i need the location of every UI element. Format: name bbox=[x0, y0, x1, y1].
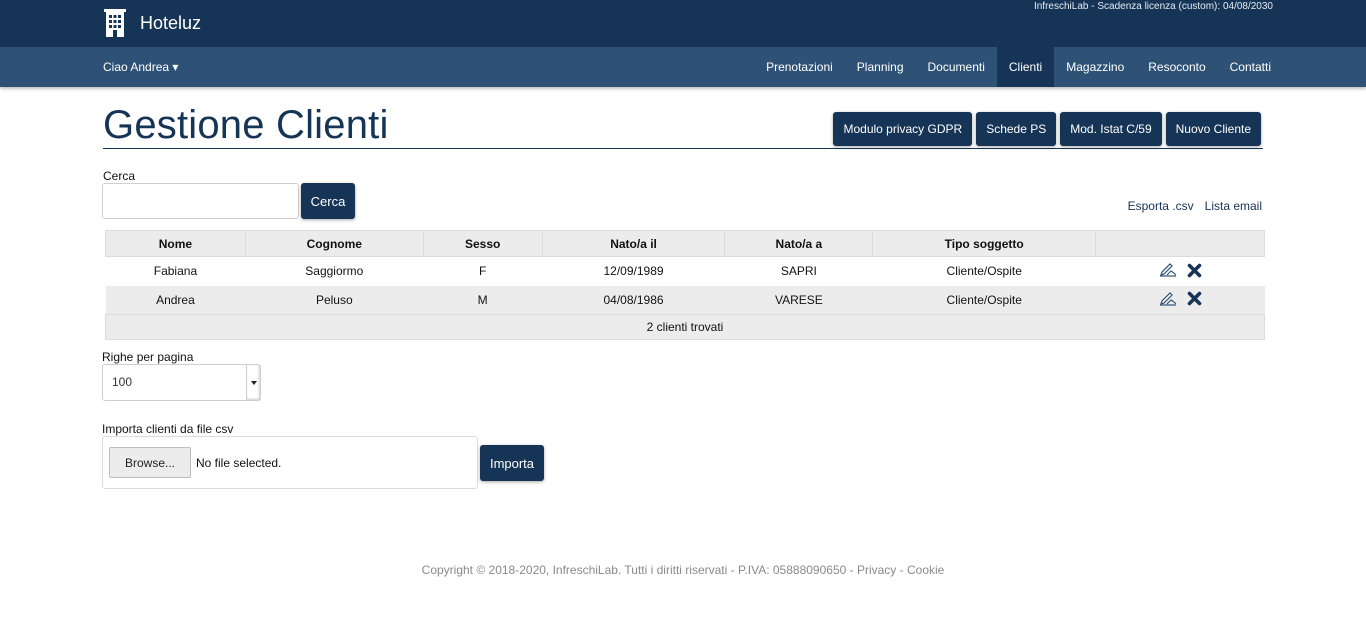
nav-menu: Prenotazioni Planning Documenti Clienti … bbox=[754, 47, 1283, 87]
clients-table: Nome Cognome Sesso Nato/a il Nato/a a Ti… bbox=[105, 230, 1265, 340]
edit-icon[interactable] bbox=[1159, 291, 1177, 306]
cell-actions bbox=[1095, 285, 1265, 315]
file-status: No file selected. bbox=[196, 456, 282, 470]
cell-cognome: Peluso bbox=[245, 285, 424, 315]
page-title: Gestione Clienti bbox=[103, 103, 389, 147]
cookie-link[interactable]: Cookie bbox=[907, 563, 944, 577]
cell-nato-il: 04/08/1986 bbox=[542, 285, 725, 315]
column-header-nome[interactable]: Nome bbox=[105, 230, 246, 257]
privacy-link[interactable]: Privacy bbox=[857, 563, 896, 577]
delete-icon[interactable] bbox=[1187, 263, 1202, 278]
table-header-row: Nome Cognome Sesso Nato/a il Nato/a a Ti… bbox=[105, 230, 1265, 257]
column-header-nato-il[interactable]: Nato/a il bbox=[541, 230, 726, 257]
cell-actions bbox=[1095, 256, 1265, 286]
results-count: 2 clienti trovati bbox=[105, 314, 1265, 340]
nav-item-magazzino[interactable]: Magazzino bbox=[1054, 47, 1136, 87]
column-header-cognome[interactable]: Cognome bbox=[244, 230, 424, 257]
user-menu-dropdown[interactable]: Ciao Andrea ▾ bbox=[103, 60, 178, 74]
license-info: InfreschiLab - Scadenza licenza (custom)… bbox=[1033, 1, 1273, 12]
nav-item-prenotazioni[interactable]: Prenotazioni bbox=[754, 47, 845, 87]
brand-name: Hoteluz bbox=[140, 12, 202, 33]
top-header: Hoteluz InfreschiLab - Scadenza licenza … bbox=[0, 0, 1366, 47]
cell-nato-a: VARESE bbox=[724, 285, 873, 315]
page-actions: Modulo privacy GDPR Schede PS Mod. Istat… bbox=[833, 112, 1261, 146]
schede-ps-button[interactable]: Schede PS bbox=[976, 112, 1057, 146]
import-button[interactable]: Importa bbox=[480, 445, 544, 481]
export-links: Esporta .csv Lista email bbox=[1128, 199, 1262, 213]
istat-c59-button[interactable]: Mod. Istat C/59 bbox=[1060, 112, 1162, 146]
brand[interactable]: Hoteluz bbox=[104, 9, 201, 37]
search-input[interactable] bbox=[102, 183, 299, 219]
cell-nato-a: SAPRI bbox=[724, 256, 873, 286]
nav-item-planning[interactable]: Planning bbox=[845, 47, 916, 87]
search-label: Cerca bbox=[103, 169, 136, 183]
gdpr-privacy-button[interactable]: Modulo privacy GDPR bbox=[833, 112, 973, 146]
column-header-tipo-soggetto[interactable]: Tipo soggetto bbox=[872, 230, 1097, 257]
table-row: Fabiana Saggiormo F 12/09/1989 SAPRI Cli… bbox=[105, 256, 1265, 286]
title-divider bbox=[103, 148, 1263, 149]
rows-per-page-value: 100 bbox=[112, 375, 133, 389]
new-client-button[interactable]: Nuovo Cliente bbox=[1165, 112, 1261, 146]
column-header-actions bbox=[1095, 230, 1265, 257]
search-button[interactable]: Cerca bbox=[301, 183, 355, 219]
cell-sesso: M bbox=[423, 285, 543, 315]
file-input: Browse... No file selected. bbox=[102, 436, 478, 489]
copyright-text: Copyright © 2018-2020, InfreschiLab. Tut… bbox=[421, 563, 857, 577]
cell-nome: Fabiana bbox=[105, 256, 246, 286]
rows-per-page-label: Righe per pagina bbox=[102, 350, 194, 364]
main-navbar: Ciao Andrea ▾ Prenotazioni Planning Docu… bbox=[0, 47, 1366, 87]
nav-item-clienti[interactable]: Clienti bbox=[996, 47, 1055, 87]
cell-nome: Andrea bbox=[105, 285, 246, 315]
column-header-sesso[interactable]: Sesso bbox=[422, 230, 543, 257]
hotel-building-icon bbox=[104, 9, 126, 37]
cell-tipo-soggetto: Cliente/Ospite bbox=[872, 256, 1096, 286]
cell-sesso: F bbox=[423, 256, 543, 286]
email-list-link[interactable]: Lista email bbox=[1205, 199, 1262, 213]
browse-button[interactable]: Browse... bbox=[109, 447, 191, 478]
nav-item-resoconto[interactable]: Resoconto bbox=[1136, 47, 1217, 87]
footer-separator: - bbox=[896, 563, 907, 577]
nav-item-documenti[interactable]: Documenti bbox=[916, 47, 997, 87]
footer: Copyright © 2018-2020, InfreschiLab. Tut… bbox=[0, 563, 1366, 577]
cell-tipo-soggetto: Cliente/Ospite bbox=[872, 285, 1096, 315]
column-header-nato-a[interactable]: Nato/a a bbox=[724, 230, 874, 257]
delete-icon[interactable] bbox=[1187, 291, 1202, 306]
cell-nato-il: 12/09/1989 bbox=[542, 256, 725, 286]
rows-per-page-select[interactable]: 100 bbox=[102, 364, 261, 401]
edit-icon[interactable] bbox=[1159, 263, 1177, 277]
import-label: Importa clienti da file csv bbox=[102, 422, 234, 436]
table-footer-row: 2 clienti trovati bbox=[105, 314, 1265, 340]
table-row: Andrea Peluso M 04/08/1986 VARESE Client… bbox=[105, 285, 1265, 315]
chevron-down-icon[interactable] bbox=[246, 365, 260, 400]
nav-item-contatti[interactable]: Contatti bbox=[1218, 47, 1283, 87]
export-csv-link[interactable]: Esporta .csv bbox=[1128, 199, 1194, 213]
cell-cognome: Saggiormo bbox=[245, 256, 424, 286]
